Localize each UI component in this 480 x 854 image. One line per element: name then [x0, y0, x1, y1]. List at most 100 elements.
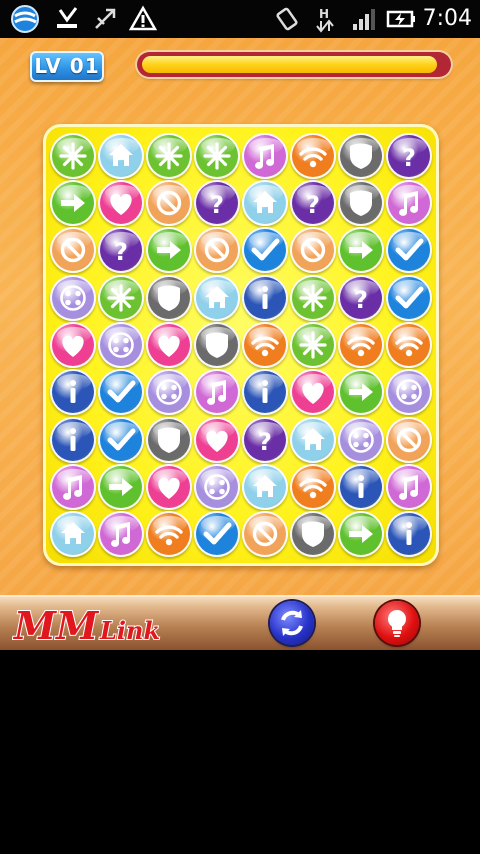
- tile-asterisk[interactable]: [290, 274, 336, 321]
- game-logo: MM Link: [11, 601, 182, 649]
- tile-home[interactable]: [290, 416, 336, 463]
- tile-info[interactable]: [242, 369, 288, 416]
- tile-question[interactable]: ?: [194, 180, 240, 226]
- battery-charging-icon: [386, 4, 418, 34]
- tile-asterisk[interactable]: [50, 132, 96, 179]
- timer-bar: [137, 52, 451, 77]
- tile-film[interactable]: [194, 464, 240, 510]
- svg-text:?: ?: [258, 428, 272, 456]
- tile-music[interactable]: [242, 132, 288, 179]
- asterisk-icon: [299, 331, 327, 359]
- tile-music[interactable]: [194, 369, 240, 416]
- heart-icon: [110, 193, 132, 215]
- tile-ban[interactable]: [242, 511, 288, 558]
- tile-arrow[interactable]: [146, 227, 192, 274]
- tile-question[interactable]: ?: [338, 274, 384, 321]
- tile-ban[interactable]: [386, 416, 432, 463]
- screen-rotate-icon: [272, 4, 302, 34]
- tile-shield[interactable]: [194, 322, 240, 368]
- tile-check[interactable]: [386, 274, 432, 321]
- check-icon: [251, 238, 280, 261]
- tile-heart[interactable]: [98, 180, 144, 226]
- tile-info[interactable]: [50, 369, 96, 416]
- tile-music[interactable]: [50, 464, 96, 510]
- info-icon: [70, 427, 76, 451]
- tile-ban[interactable]: [50, 227, 96, 274]
- tile-arrow[interactable]: [338, 369, 384, 416]
- music-icon: [207, 380, 227, 406]
- refresh-icon: [281, 610, 303, 636]
- tile-home[interactable]: [194, 274, 240, 321]
- tile-wifi[interactable]: [146, 511, 192, 558]
- tile-film[interactable]: [386, 369, 432, 416]
- tile-arrow[interactable]: [338, 511, 384, 558]
- tile-music[interactable]: [98, 511, 144, 558]
- tile-arrow[interactable]: [98, 464, 144, 510]
- tile-check[interactable]: [194, 511, 240, 558]
- shield-icon: [350, 143, 372, 169]
- tile-asterisk[interactable]: [146, 132, 192, 179]
- refresh-button[interactable]: [270, 601, 314, 645]
- tile-film[interactable]: [146, 369, 192, 416]
- tile-heart[interactable]: [146, 322, 192, 368]
- tile-wifi[interactable]: [290, 464, 336, 510]
- tile-info[interactable]: [338, 464, 384, 510]
- tile-shield[interactable]: [146, 416, 192, 463]
- warning-icon: [128, 4, 158, 34]
- arrow-icon: [349, 383, 373, 402]
- tile-home[interactable]: [98, 132, 144, 179]
- question-icon: ?: [258, 428, 272, 456]
- tile-music[interactable]: [386, 180, 432, 226]
- tile-asterisk[interactable]: [290, 322, 336, 368]
- tile-asterisk[interactable]: [194, 132, 240, 179]
- tile-wifi[interactable]: [290, 132, 336, 179]
- game-board[interactable]: ??????: [43, 124, 439, 566]
- tile-film[interactable]: [338, 416, 384, 463]
- tile-shield[interactable]: [338, 132, 384, 179]
- tile-check[interactable]: [386, 227, 432, 274]
- tile-info[interactable]: [242, 274, 288, 321]
- tile-film[interactable]: [50, 274, 96, 321]
- tile-info[interactable]: [386, 511, 432, 558]
- tile-ban[interactable]: [146, 180, 192, 226]
- question-icon: ?: [402, 144, 416, 172]
- home-icon: [253, 475, 277, 497]
- tile-question[interactable]: ?: [290, 180, 336, 226]
- tile-asterisk[interactable]: [98, 274, 144, 321]
- tile-home[interactable]: [242, 464, 288, 510]
- tile-arrow[interactable]: [338, 227, 384, 274]
- music-icon: [399, 191, 419, 216]
- tile-wifi[interactable]: [338, 322, 384, 368]
- tile-wifi[interactable]: [242, 322, 288, 368]
- tile-heart[interactable]: [290, 369, 336, 416]
- tile-question[interactable]: ?: [98, 227, 144, 274]
- tile-shield[interactable]: [146, 274, 192, 321]
- tile-heart[interactable]: [50, 322, 96, 368]
- home-icon: [205, 285, 229, 308]
- level-badge: LV 01: [30, 51, 104, 82]
- hint-button[interactable]: [375, 601, 419, 645]
- tile-music[interactable]: [386, 464, 432, 510]
- tile-arrow[interactable]: [50, 180, 96, 226]
- tile-heart[interactable]: [194, 416, 240, 463]
- tile-home[interactable]: [50, 511, 96, 558]
- tile-home[interactable]: [242, 180, 288, 226]
- tile-wifi[interactable]: [386, 322, 432, 368]
- tile-info[interactable]: [50, 416, 96, 463]
- check-icon: [203, 522, 232, 545]
- tile-grid: ??????: [43, 124, 439, 566]
- tile-ban[interactable]: [194, 227, 240, 274]
- heart-icon: [158, 335, 180, 357]
- check-icon: [395, 286, 424, 309]
- shield-icon: [302, 521, 324, 548]
- tile-check[interactable]: [98, 416, 144, 463]
- tile-heart[interactable]: [146, 464, 192, 510]
- tile-question[interactable]: ?: [242, 416, 288, 463]
- tile-film[interactable]: [98, 322, 144, 368]
- tile-check[interactable]: [98, 369, 144, 416]
- tile-shield[interactable]: [290, 511, 336, 558]
- tile-shield[interactable]: [338, 180, 384, 226]
- tile-question[interactable]: ?: [386, 132, 432, 179]
- tile-check[interactable]: [242, 227, 288, 274]
- tile-ban[interactable]: [290, 227, 336, 274]
